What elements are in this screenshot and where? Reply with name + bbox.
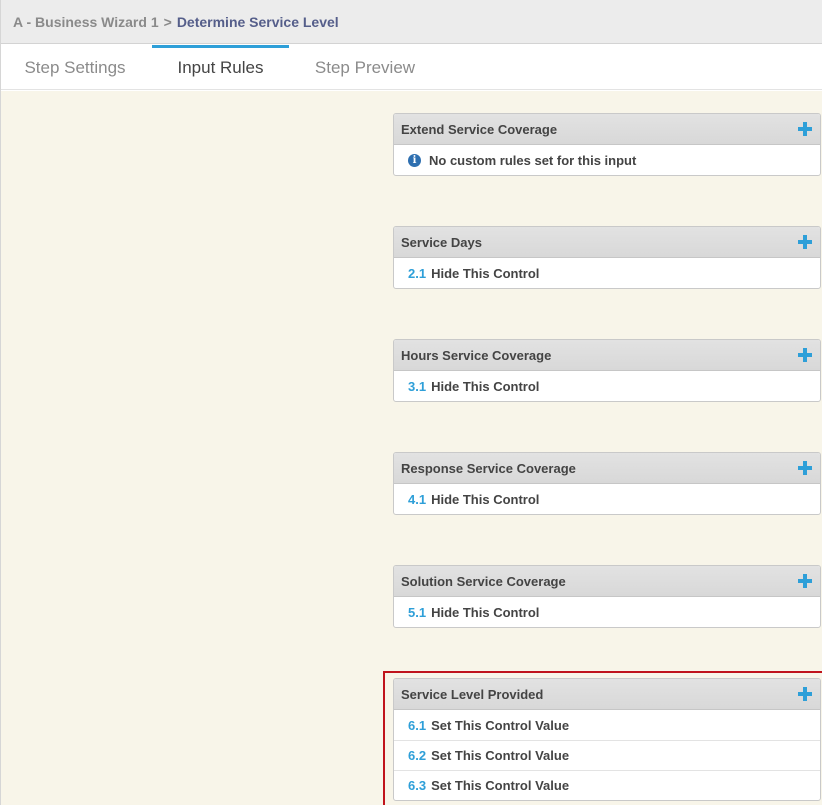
rule-card-solution-service-coverage: Solution Service Coverage 5.1 Hide This … — [393, 565, 821, 628]
empty-rules-message: i No custom rules set for this input — [394, 145, 820, 175]
add-rule-icon[interactable] — [798, 461, 812, 475]
rule-number: 4.1 — [408, 491, 427, 507]
card-title: Extend Service Coverage — [401, 121, 558, 137]
rule-label: Hide This Control — [431, 604, 540, 620]
card-header: Response Service Coverage — [394, 453, 820, 484]
card-title: Response Service Coverage — [401, 460, 576, 476]
breadcrumb: A - Business Wizard 1 > Determine Servic… — [1, 0, 822, 44]
add-rule-icon[interactable] — [798, 122, 812, 136]
rule-card-response-service-coverage: Response Service Coverage 4.1 Hide This … — [393, 452, 821, 515]
rule-card-hours-service-coverage: Hours Service Coverage 3.1 Hide This Con… — [393, 339, 821, 402]
add-rule-icon[interactable] — [798, 235, 812, 249]
highlight-box — [383, 671, 822, 805]
card-header: Solution Service Coverage — [394, 566, 820, 597]
add-rule-icon[interactable] — [798, 348, 812, 362]
rule-card-service-days: Service Days 2.1 Hide This Control — [393, 226, 821, 289]
card-header: Extend Service Coverage — [394, 114, 820, 145]
add-rule-icon[interactable] — [798, 574, 812, 588]
card-title: Hours Service Coverage — [401, 347, 552, 363]
rule-row[interactable]: 4.1 Hide This Control — [394, 484, 820, 514]
card-title: Solution Service Coverage — [401, 573, 566, 589]
rule-number: 3.1 — [408, 378, 427, 394]
card-title: Service Days — [401, 234, 482, 250]
tab-bar: Step Settings Input Rules Step Preview — [1, 45, 822, 90]
empty-rules-text: No custom rules set for this input — [429, 152, 637, 168]
breadcrumb-parent[interactable]: A - Business Wizard 1 — [13, 14, 159, 30]
breadcrumb-current: Determine Service Level — [176, 13, 339, 30]
info-icon: i — [408, 153, 421, 167]
rule-card-extend-service-coverage: Extend Service Coverage i No custom rule… — [393, 113, 821, 176]
rule-row[interactable]: 2.1 Hide This Control — [394, 258, 820, 288]
tab-input-rules[interactable]: Input Rules — [152, 45, 289, 90]
breadcrumb-separator: > — [163, 13, 172, 30]
card-header: Service Days — [394, 227, 820, 258]
tab-step-settings[interactable]: Step Settings — [1, 45, 149, 90]
rule-row[interactable]: 5.1 Hide This Control — [394, 597, 820, 627]
rule-label: Hide This Control — [431, 378, 540, 394]
rule-row[interactable]: 3.1 Hide This Control — [394, 371, 820, 401]
rule-number: 5.1 — [408, 604, 427, 620]
rule-number: 2.1 — [408, 265, 427, 281]
tab-step-preview[interactable]: Step Preview — [297, 45, 433, 90]
rule-label: Hide This Control — [431, 265, 540, 281]
card-header: Hours Service Coverage — [394, 340, 820, 371]
rule-label: Hide This Control — [431, 491, 540, 507]
